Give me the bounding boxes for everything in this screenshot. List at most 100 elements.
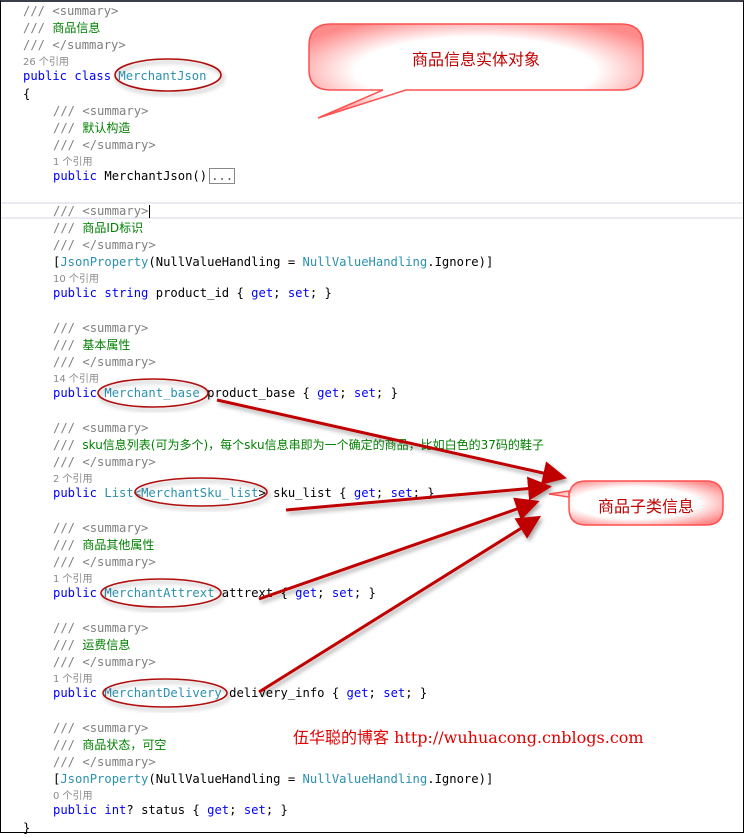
type-name: MerchantSku_list: [141, 486, 259, 500]
callout-bubble-entity: [308, 23, 644, 119]
code-token: {: [229, 286, 252, 300]
doc-comment-text-line: /// 默认构造: [1, 120, 130, 137]
keyword-public: public: [53, 286, 98, 300]
doc-comment-tag: <summary>: [82, 621, 149, 635]
code-token: {: [273, 586, 296, 600]
doc-comment-slashes: ///: [53, 338, 83, 352]
code-token: ; }: [353, 586, 376, 600]
keyword-set: set: [383, 686, 406, 700]
doc-comment-tag: </summary>: [82, 455, 156, 469]
keyword-int: int: [104, 803, 127, 817]
keyword-set: set: [287, 286, 310, 300]
doc-comment-line: /// <summary>: [1, 320, 148, 337]
keyword-public: public: [53, 486, 98, 500]
keyword-public: public: [53, 169, 98, 183]
keyword-public: public: [23, 69, 68, 83]
doc-comment-text-line: /// 商品状态，可空: [1, 737, 166, 754]
code-token: ; }: [375, 386, 398, 400]
code-token: ;: [375, 486, 391, 500]
doc-comment-line: /// </summary>: [1, 754, 156, 771]
property-name: ? status: [126, 803, 186, 817]
code-token: ; }: [412, 486, 435, 500]
collapsed-region-button[interactable]: ...: [209, 168, 236, 184]
doc-comment-line: /// <summary>: [1, 620, 148, 637]
code-token: ; }: [309, 286, 332, 300]
doc-comment-slashes: ///: [23, 4, 53, 18]
doc-comment-line: /// </summary>: [1, 37, 126, 54]
doc-comment-slashes: ///: [23, 38, 53, 52]
blog-watermark: 伍华聪的博客 http://wuhuacong.cnblogs.com: [293, 728, 644, 747]
class-declaration: public class MerchantJson: [1, 68, 206, 85]
doc-comment-slashes: ///: [53, 321, 83, 335]
code-token: ;: [368, 686, 384, 700]
doc-comment-text: 基本属性: [82, 338, 131, 352]
doc-comment-line: /// <summary>: [1, 520, 148, 537]
property-name: > sku_list: [258, 486, 332, 500]
doc-comment-slashes: ///: [53, 421, 83, 435]
keyword-class: class: [74, 69, 112, 83]
code-editor-window: /// <summary>/// 商品信息/// </summary> 26 个引…: [0, 0, 744, 835]
attribute-name: JsonProperty: [60, 255, 149, 269]
doc-comment-slashes: ///: [53, 121, 83, 135]
doc-comment-tag: <summary>: [52, 4, 119, 18]
property-sku-list: public List<MerchantSku_list> sku_list {…: [1, 485, 435, 502]
class-name: MerchantJson: [118, 69, 207, 83]
doc-comment-line: /// </summary>: [1, 454, 156, 471]
doc-comment-text: 运费信息: [82, 638, 131, 652]
brace-close: }: [23, 821, 31, 835]
doc-comment-slashes: ///: [53, 555, 83, 569]
doc-comment-tag: </summary>: [82, 655, 156, 669]
doc-comment-line: /// <summary>: [1, 203, 151, 220]
keyword-public: public: [53, 803, 98, 817]
type-name: Merchant_base: [104, 386, 200, 400]
doc-comment-line: /// </summary>: [1, 654, 156, 671]
code-token: {: [331, 486, 354, 500]
constructor-declaration: public MerchantJson()...: [1, 168, 236, 185]
doc-comment-slashes: ///: [53, 655, 83, 669]
type-name: MerchantDelivery: [104, 686, 222, 700]
doc-comment-slashes: ///: [53, 738, 83, 752]
callout-entity-label: 商品信息实体对象: [411, 50, 540, 69]
attribute-name: JsonProperty: [60, 772, 149, 786]
doc-comment-text: sku信息列表(可为多个)，每个sku信息串即为一个确定的商品，比如白色的37码…: [82, 438, 544, 452]
doc-comment-text-line: /// 商品信息: [1, 20, 100, 37]
doc-comment-tag: </summary>: [82, 138, 156, 152]
arrow-delivery-to-subclass: [258, 515, 542, 694]
doc-comment-line: /// </summary>: [1, 237, 156, 254]
generic-list-type: List<: [104, 486, 142, 500]
doc-comment-text: 默认构造: [82, 121, 131, 135]
doc-comment-tag: </summary>: [52, 38, 126, 52]
text-cursor: [149, 205, 151, 218]
json-property-attribute: [JsonProperty(NullValueHandling = NullVa…: [1, 771, 493, 788]
doc-comment-slashes: ///: [23, 21, 53, 35]
doc-comment-line: /// <summary>: [1, 720, 148, 737]
doc-comment-tag: <summary>: [82, 521, 149, 535]
brace-open: {: [23, 87, 31, 101]
keyword-public: public: [53, 586, 98, 600]
doc-comment-tag: </summary>: [82, 238, 156, 252]
code-token: ;: [229, 803, 244, 817]
doc-comment-slashes: ///: [53, 238, 83, 252]
doc-comment-slashes: ///: [53, 621, 83, 635]
code-token: ;: [317, 586, 332, 600]
callout-subclass-label: 商品子类信息: [597, 497, 694, 516]
type-name: MerchantAttrext: [104, 586, 215, 600]
keyword-get: get: [317, 386, 340, 400]
keyword-string: string: [104, 286, 149, 300]
code-token: ;: [273, 286, 288, 300]
doc-comment-slashes: ///: [53, 638, 83, 652]
doc-comment-slashes: ///: [53, 204, 83, 218]
code-token: (NullValueHandling =: [148, 255, 303, 269]
doc-comment-text: 商品其他属性: [82, 538, 155, 552]
keyword-public: public: [53, 386, 98, 400]
doc-comment-text-line: /// 基本属性: [1, 337, 130, 354]
property-attrext: public MerchantAttrext attrext { get; se…: [1, 585, 376, 602]
doc-comment-slashes: ///: [53, 355, 83, 369]
doc-comment-line: /// <summary>: [1, 103, 148, 120]
doc-comment-line: /// <summary>: [1, 420, 148, 437]
doc-comment-slashes: ///: [53, 138, 83, 152]
doc-comment-text-line: /// 运费信息: [1, 637, 130, 654]
code-token: ;: [339, 386, 354, 400]
doc-comment-text: 商品状态，可空: [82, 738, 167, 752]
enum-type: NullValueHandling: [302, 255, 428, 269]
